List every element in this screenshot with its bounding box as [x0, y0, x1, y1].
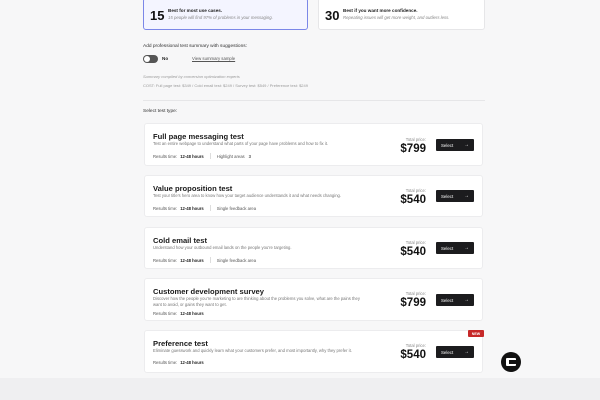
- audience-option-30[interactable]: 30 Best if you want more confidence. Rep…: [318, 0, 485, 30]
- results-time: 12-48 hours: [180, 360, 204, 365]
- meta-separator: [209, 257, 211, 263]
- arrow-right-icon: →: [464, 193, 469, 199]
- results-time: 12-48 hours: [180, 153, 204, 159]
- new-badge: NEW: [468, 330, 484, 337]
- arrow-right-icon: →: [464, 349, 469, 355]
- total-price-label: Total price:: [405, 291, 426, 296]
- test-card-cold-email: Cold email test Understand how your outb…: [144, 227, 483, 269]
- page: 15 Best for most use cases. 15 people wi…: [0, 0, 600, 400]
- audience-subtext: 15 people will find 97% of problems in y…: [168, 15, 273, 20]
- extra-label: Single feedback area: [216, 257, 257, 263]
- summary-toggle[interactable]: [143, 55, 158, 63]
- select-button-label: Select: [441, 193, 454, 199]
- chat-bubble-icon[interactable]: [500, 351, 522, 373]
- total-price: $540: [400, 194, 426, 206]
- total-price-label: Total price:: [405, 343, 426, 348]
- audience-number: 15: [150, 8, 165, 23]
- total-price: $540: [400, 246, 426, 258]
- test-title: Cold email test: [153, 236, 208, 245]
- test-meta: Results time: 12-48 hours Highlight area…: [153, 153, 251, 159]
- select-button[interactable]: Select →: [436, 294, 474, 306]
- test-card-full-page: Full page messaging test Test an entire …: [144, 123, 483, 166]
- summary-heading: Add professional test summary with sugge…: [143, 44, 247, 49]
- select-button-label: Select: [441, 245, 454, 251]
- select-button-label: Select: [441, 349, 454, 355]
- select-button[interactable]: Select →: [436, 242, 474, 254]
- select-button-label: Select: [441, 142, 454, 148]
- test-card-preference: Preference test Eliminate guesswork and …: [144, 330, 483, 373]
- test-meta: Results time: 12-48 hours: [153, 360, 204, 365]
- extra-label: Highlight areas: [216, 153, 245, 159]
- select-button[interactable]: Select →: [436, 190, 474, 202]
- meta-separator: [209, 205, 211, 211]
- results-label: Results time:: [153, 153, 178, 159]
- results-time: 12-48 hours: [180, 311, 204, 316]
- results-time: 12-48 hours: [180, 257, 204, 263]
- test-meta: Results time: 12-48 hours Single feedbac…: [153, 205, 256, 211]
- arrow-right-icon: →: [464, 245, 469, 251]
- total-price-label: Total price:: [405, 188, 426, 193]
- summary-note: Summary compiled by conversion optimizat…: [143, 74, 240, 79]
- test-description: Test an entire webpage to understand wha…: [153, 141, 329, 146]
- test-title: Full page messaging test: [153, 132, 244, 141]
- arrow-right-icon: →: [464, 142, 469, 148]
- audience-option-15[interactable]: 15 Best for most use cases. 15 people wi…: [143, 0, 308, 30]
- arrow-right-icon: →: [464, 297, 469, 303]
- page-footer-area: [0, 378, 600, 400]
- total-price: $799: [400, 297, 426, 309]
- divider: [143, 100, 485, 101]
- test-description: Eliminate guesswork and quickly learn wh…: [153, 348, 352, 353]
- test-description: Understand how your outbound email lands…: [153, 245, 292, 250]
- results-time: 12-48 hours: [180, 205, 204, 211]
- total-price-label: Total price:: [405, 137, 426, 142]
- toggle-knob: [144, 56, 150, 62]
- test-meta: Results time: 12-48 hours: [153, 311, 204, 316]
- test-title: Customer development survey: [153, 287, 264, 296]
- view-summary-sample-link[interactable]: View summary sample: [192, 56, 235, 61]
- audience-subtext: Repeating issues will get more weight, a…: [343, 15, 450, 20]
- highlight-count: 3: [248, 153, 251, 159]
- total-price: $540: [400, 349, 426, 361]
- test-description: Discover how the people you’re marketing…: [153, 296, 360, 307]
- results-label: Results time:: [153, 311, 178, 316]
- audience-headline: Best for most use cases.: [168, 8, 223, 13]
- results-label: Results time:: [153, 257, 178, 263]
- test-description: Test your title’s hero area to know how …: [153, 193, 342, 198]
- test-title: Preference test: [153, 339, 208, 348]
- select-button[interactable]: Select →: [436, 139, 474, 151]
- results-label: Results time:: [153, 360, 178, 365]
- audience-headline: Best if you want more confidence.: [343, 8, 418, 13]
- test-card-value-proposition: Value proposition test Test your title’s…: [144, 175, 483, 217]
- summary-costs: COST: Full page test: $349 / Cold email …: [143, 83, 308, 88]
- audience-number: 30: [325, 8, 340, 23]
- total-price: $799: [400, 143, 426, 155]
- select-button-label: Select: [441, 297, 454, 303]
- meta-separator: [209, 153, 211, 159]
- select-button[interactable]: Select →: [436, 346, 474, 358]
- toggle-label: No: [162, 56, 169, 61]
- test-meta: Results time: 12-48 hours Single feedbac…: [153, 257, 256, 263]
- test-card-customer-development: Customer development survey Discover how…: [144, 278, 483, 321]
- total-price-label: Total price:: [405, 240, 426, 245]
- select-test-heading: Select test type:: [143, 109, 178, 114]
- test-title: Value proposition test: [153, 184, 233, 193]
- extra-label: Single feedback area: [216, 205, 257, 211]
- results-label: Results time:: [153, 205, 178, 211]
